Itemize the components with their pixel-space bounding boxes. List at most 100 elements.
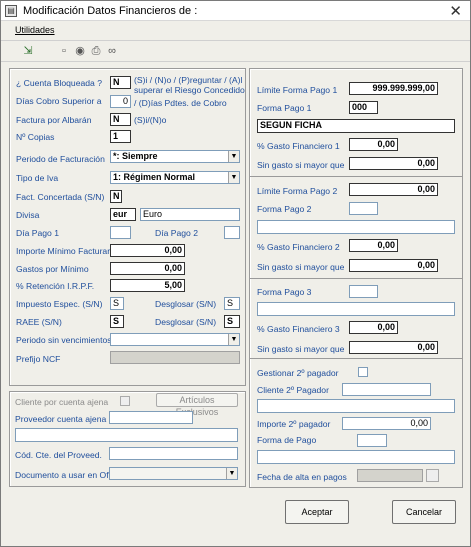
gestionar-2pagador-label: Gestionar 2º pagador xyxy=(257,368,339,378)
divisa-name: Euro xyxy=(140,208,240,221)
cuenta-bloqueada-help: (S)i / (N)o / (P)reguntar / (A)l superar… xyxy=(134,75,245,95)
fecha-alta-pagos-input[interactable] xyxy=(357,469,423,482)
print-icon[interactable]: ⎙ xyxy=(89,44,103,58)
forma-de-pago-label: Forma de Pago xyxy=(257,435,317,445)
gastos-minimo-input[interactable]: 0,00 xyxy=(110,262,185,275)
gastos-minimo-label: Gastos por Mínimo xyxy=(16,264,89,274)
tipo-iva-select[interactable]: 1: Régimen Normal ▼ xyxy=(110,171,240,184)
fact-concertada-input[interactable]: N xyxy=(110,190,122,203)
raee-label: RAEE (S/N) xyxy=(16,317,62,327)
periodo-facturacion-select[interactable]: *: Siempre ▼ xyxy=(110,150,240,163)
dia-pago1-label: Día Pago 1 xyxy=(16,228,59,238)
proveedor-cuenta-ajena-input[interactable] xyxy=(109,411,193,424)
close-icon[interactable]: ✕ xyxy=(449,2,462,20)
desglosar2-label: Desglosar (S/N) xyxy=(155,317,217,327)
copias-label: Nº Copias xyxy=(16,132,55,142)
sin-gasto1-input[interactable]: 0,00 xyxy=(349,157,438,170)
cliente-2pagador-input[interactable] xyxy=(342,383,431,396)
menu-utilidades[interactable]: Utilidades xyxy=(15,25,55,35)
periodo-sin-venc-select[interactable]: ▼ xyxy=(110,333,240,346)
forma-pago1-input[interactable]: 000 xyxy=(349,101,378,114)
chevron-down-icon[interactable]: ▼ xyxy=(228,334,239,345)
menu-bar: Utilidades xyxy=(1,22,470,39)
impuesto-espec-input[interactable]: S xyxy=(110,297,124,310)
chevron-down-icon[interactable]: ▼ xyxy=(228,172,239,183)
fecha-alta-pagos-label: Fecha de alta en pagos xyxy=(257,472,347,482)
desglosar1-input[interactable]: S xyxy=(224,297,240,310)
toolbar: ⇲ ▫ ◉ ⎙ ∞ xyxy=(1,40,470,62)
dia-pago2-input[interactable] xyxy=(224,226,240,239)
dia-pago1-input[interactable] xyxy=(110,226,131,239)
dia-pago2-label: Día Pago 2 xyxy=(155,228,198,238)
periodo-facturacion-label: Periodo de Facturación xyxy=(16,154,105,164)
dias-cobro-input[interactable]: 0 xyxy=(110,95,131,108)
gasto-fin1-input[interactable]: 0,00 xyxy=(349,138,398,151)
proveedor-cuenta-ajena-label: Proveedor cuenta ajena xyxy=(15,414,107,424)
gasto-fin2-input[interactable]: 0,00 xyxy=(349,239,398,252)
sin-gasto1-label: Sin gasto si mayor que xyxy=(257,160,345,170)
limite-forma-pago2-input[interactable]: 0,00 xyxy=(349,183,438,196)
cliente-2pagador-label: Cliente 2º Pagador xyxy=(257,385,329,395)
prefijo-ncf-input[interactable] xyxy=(110,351,240,364)
forma-de-pago-desc xyxy=(257,450,455,464)
cliente-2pagador-name xyxy=(257,399,455,413)
cod-cte-proveed-label: Cód. Cte. del Proveed. xyxy=(15,450,102,460)
forma-pago3-label: Forma Pago 3 xyxy=(257,287,312,297)
copias-input[interactable]: 1 xyxy=(110,130,131,143)
limite-forma-pago2-label: Límite Forma Pago 2 xyxy=(257,186,338,196)
forma-de-pago-input[interactable] xyxy=(357,434,387,447)
importe-minimo-input[interactable]: 0,00 xyxy=(110,244,185,257)
impuesto-espec-label: Impuesto Espec. (S/N) xyxy=(16,299,103,309)
gasto-fin3-label: % Gasto Financiero 3 xyxy=(257,324,340,334)
desglosar2-input[interactable]: S xyxy=(224,315,240,328)
sin-gasto2-label: Sin gasto si mayor que xyxy=(257,262,345,272)
divisa-code-input[interactable]: eur xyxy=(110,208,136,221)
tipo-iva-value: 1: Régimen Normal xyxy=(113,172,196,182)
calendar-icon[interactable] xyxy=(426,469,439,482)
view-icon[interactable]: ◉ xyxy=(73,44,87,58)
cod-cte-proveed-input[interactable] xyxy=(109,447,238,460)
gasto-fin3-input[interactable]: 0,00 xyxy=(349,321,398,334)
forma-pago1-label: Forma Pago 1 xyxy=(257,103,312,113)
exit-icon[interactable]: ⇲ xyxy=(21,44,35,58)
importe-2pagador-label: Importe 2º pagador xyxy=(257,419,331,429)
dias-cobro-help: / (D)ías Pdtes. de Cobro xyxy=(134,98,227,108)
desglosar1-label: Desglosar (S/N) xyxy=(155,299,217,309)
cancelar-button[interactable]: Cancelar xyxy=(392,500,456,524)
limite-forma-pago1-input[interactable]: 999.999.999,00 xyxy=(349,82,438,95)
aceptar-button[interactable]: Aceptar xyxy=(285,500,349,524)
articulos-exclusivos-button[interactable]: Artículos Exclusivos xyxy=(156,393,238,417)
binoculars-icon[interactable]: ∞ xyxy=(105,44,119,58)
cliente-cuenta-ajena-checkbox[interactable] xyxy=(120,396,130,406)
importe-2pagador-input[interactable]: 0,00 xyxy=(342,417,431,430)
gestionar-2pagador-checkbox[interactable] xyxy=(358,367,368,377)
window-title: Modificación Datos Financieros de : xyxy=(23,5,198,17)
proveedor-cuenta-ajena-name xyxy=(15,428,238,442)
gasto-fin2-label: % Gasto Financiero 2 xyxy=(257,242,340,252)
forma-pago3-desc xyxy=(257,302,455,316)
cuenta-bloqueada-label: ¿ Cuenta Bloqueada ? xyxy=(16,78,103,88)
chevron-down-icon[interactable]: ▼ xyxy=(226,468,237,479)
divisa-label: Divisa xyxy=(16,210,40,220)
limite-forma-pago1-label: Límite Forma Pago 1 xyxy=(257,85,338,95)
divider xyxy=(250,176,462,177)
factura-albaran-help: (S)i/(N)o xyxy=(134,115,167,125)
new-icon[interactable]: ▫ xyxy=(57,44,71,58)
forma-pago2-input[interactable] xyxy=(349,202,378,215)
dialog-window: ▤ Modificación Datos Financieros de : ✕ … xyxy=(0,0,471,547)
tipo-iva-label: Tipo de Iva xyxy=(16,173,59,183)
app-icon: ▤ xyxy=(5,5,17,17)
gasto-fin1-label: % Gasto Financiero 1 xyxy=(257,141,340,151)
raee-input[interactable]: S xyxy=(110,315,124,328)
forma-pago3-input[interactable] xyxy=(349,285,378,298)
cuenta-bloqueada-input[interactable]: N xyxy=(110,76,131,89)
retencion-input[interactable]: 5,00 xyxy=(110,279,185,292)
sin-gasto2-input[interactable]: 0,00 xyxy=(349,259,438,272)
chevron-down-icon[interactable]: ▼ xyxy=(228,151,239,162)
sin-gasto3-input[interactable]: 0,00 xyxy=(349,341,438,354)
documento-ofventa-select[interactable]: ▼ xyxy=(109,467,238,480)
forma-pago2-label: Forma Pago 2 xyxy=(257,204,312,214)
factura-albaran-input[interactable]: N xyxy=(110,113,131,126)
importe-minimo-label: Importe Mínimo Facturar xyxy=(16,246,111,256)
prefijo-ncf-label: Prefijo NCF xyxy=(16,354,61,364)
